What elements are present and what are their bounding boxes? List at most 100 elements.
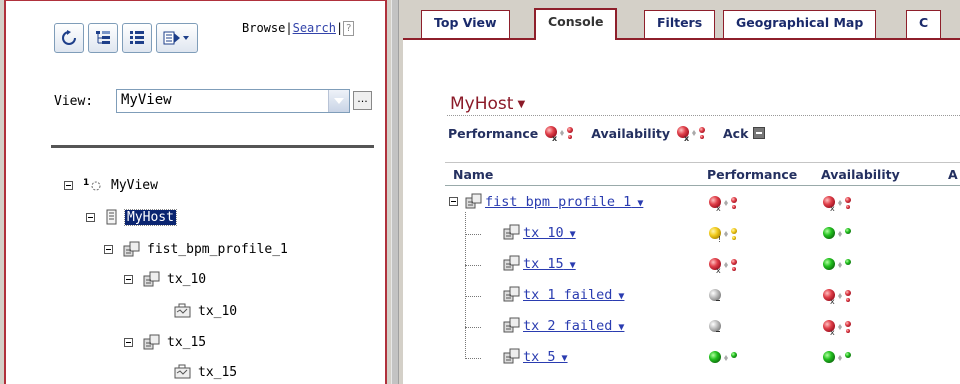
view-more-button[interactable]: ... (353, 91, 372, 110)
collapse-icon[interactable] (124, 274, 133, 284)
tab-bar: Top View Console Filters Geographical Ma… (403, 0, 960, 40)
transaction-icon (465, 193, 482, 209)
context-menu-button[interactable] (156, 23, 198, 53)
chevron-down-icon[interactable]: ▼ (631, 198, 643, 209)
svg-text:x: x (830, 328, 835, 336)
tree-item-profile[interactable]: fist_bpm_profile_1 (104, 241, 288, 257)
collapse-icon[interactable] (124, 337, 133, 347)
row-name-link[interactable]: tx 1 failed ▼ (523, 287, 624, 303)
chevron-down-icon[interactable]: ▼ (612, 322, 624, 333)
chevron-down-icon: ▼ (517, 98, 526, 110)
tree-item-tx10-child[interactable]: tx_10 (174, 303, 237, 319)
browse-label: Browse (242, 21, 286, 35)
host-dropdown[interactable]: MyHost ▼ (450, 94, 525, 114)
availability-status-icon[interactable] (821, 349, 853, 371)
performance-status-icon[interactable]: x (707, 256, 739, 278)
collapse-icon[interactable] (86, 212, 95, 222)
chevron-down-icon[interactable]: ▼ (564, 260, 576, 271)
legend-ack-label: Ack (723, 125, 749, 141)
view-icon: 1 (83, 178, 101, 191)
col-name[interactable]: Name (453, 167, 493, 182)
legend-performance-label: Performance (448, 125, 539, 141)
tree-item-tx15[interactable]: tx_15 (124, 334, 206, 350)
divider (51, 145, 374, 148)
row-name-link[interactable]: tx 2 failed ▼ (523, 318, 624, 334)
tree-connector (465, 265, 481, 266)
availability-status-icon[interactable]: x (821, 287, 853, 309)
chevron-down-icon[interactable]: ▼ (612, 291, 624, 302)
svg-text:x: x (716, 204, 721, 212)
availability-status-icon[interactable]: x (821, 194, 853, 216)
tree-item-label: fist_bpm_profile_1 (147, 241, 288, 257)
availability-status-icon[interactable] (821, 225, 853, 247)
table-row: fist bpm profile 1 ▼ x x (445, 186, 960, 218)
performance-status-icon[interactable]: x (707, 194, 739, 216)
table-row: tx 10 ▼! (445, 217, 960, 249)
chevron-down-icon[interactable]: ▼ (556, 353, 568, 364)
view-label: View: (54, 94, 94, 109)
ack-icon[interactable] (753, 127, 766, 139)
legend-availability-label: Availability (591, 125, 670, 141)
host-title: MyHost (450, 94, 514, 114)
svg-text:x: x (684, 134, 690, 142)
view-select-value: MyView (121, 92, 172, 108)
tree-item-myview[interactable]: 1 MyView (64, 177, 158, 193)
performance-status-icon[interactable]: ! (707, 225, 739, 247)
help-icon[interactable]: ? (343, 21, 355, 36)
browse-search-links: Browse|Search|? (242, 21, 355, 36)
tree-item-tx10[interactable]: tx_10 (124, 271, 206, 287)
host-icon (106, 209, 117, 225)
transaction-icon (143, 334, 160, 350)
col-availability[interactable]: Availability (821, 167, 900, 182)
tab-filters[interactable]: Filters (644, 10, 716, 38)
collapse-icon[interactable] (449, 197, 458, 206)
svg-text:x: x (830, 204, 835, 212)
tab-top-view[interactable]: Top View (421, 10, 510, 38)
svg-text:x: x (716, 266, 721, 274)
transaction-icon (143, 271, 160, 287)
collapse-icon[interactable] (64, 180, 73, 190)
row-name-link[interactable]: tx 15 ▼ (523, 256, 576, 272)
tree-connector (465, 358, 481, 359)
tab-more[interactable]: C (906, 10, 942, 38)
panel-splitter[interactable] (391, 0, 399, 384)
bpm-profile-icon (123, 241, 140, 257)
list-view-button[interactable] (122, 23, 152, 53)
tree-item-myhost[interactable]: MyHost (86, 208, 177, 226)
tab-console[interactable]: Console (534, 8, 618, 40)
tree-panel: Browse|Search|? View: MyView ... 1 MyVie… (4, 0, 387, 384)
col-more[interactable]: A (948, 167, 958, 182)
tree-view-icon (96, 31, 110, 44)
svg-text:x: x (830, 297, 835, 305)
availability-status-icon[interactable] (821, 256, 853, 278)
script-icon (174, 364, 191, 379)
performance-status-icon[interactable] (707, 318, 739, 340)
tree-item-tx15-child[interactable]: tx_15 (174, 364, 237, 380)
view-select[interactable]: MyView (116, 89, 350, 113)
transaction-icon (503, 348, 520, 364)
tab-geographical-map[interactable]: Geographical Map (723, 10, 877, 38)
row-name-link[interactable]: fist bpm profile 1 ▼ (485, 194, 643, 210)
svg-text:!: ! (718, 235, 721, 243)
transaction-icon (503, 255, 520, 271)
performance-status-icon[interactable] (707, 349, 739, 371)
tree-view-button[interactable] (88, 23, 118, 53)
tree-connector (465, 327, 481, 328)
availability-status-icon[interactable]: x (821, 318, 853, 340)
search-link[interactable]: Search (293, 21, 336, 35)
console-panel: Top View Console Filters Geographical Ma… (403, 0, 960, 384)
chevron-down-icon[interactable] (328, 90, 349, 112)
svg-text:x: x (552, 134, 558, 142)
divider (447, 115, 960, 116)
tree-item-label-selected: MyHost (124, 208, 177, 226)
chevron-down-icon[interactable]: ▼ (564, 229, 576, 240)
collapse-icon[interactable] (104, 244, 113, 254)
performance-status-icon[interactable] (707, 287, 739, 309)
row-name-link[interactable]: tx 5 ▼ (523, 349, 568, 365)
context-menu-icon (163, 31, 189, 45)
console-grid: Name Performance Availability A fist bpm… (445, 162, 960, 365)
row-name-link[interactable]: tx 10 ▼ (523, 225, 576, 241)
col-performance[interactable]: Performance (707, 167, 797, 182)
refresh-button[interactable] (54, 23, 84, 53)
status-legend: Performance x Availability x Ack (448, 124, 766, 142)
